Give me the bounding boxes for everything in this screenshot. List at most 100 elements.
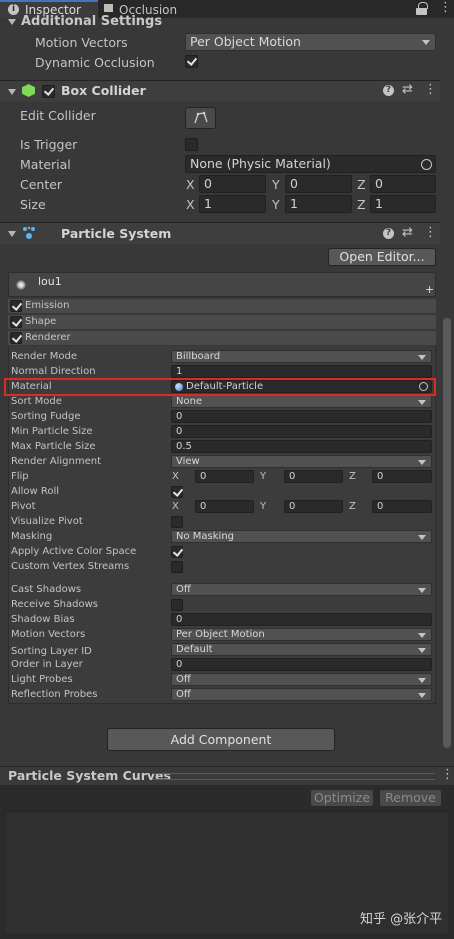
info-icon: i <box>8 4 19 15</box>
sorting-layer-id-value: Default <box>176 644 213 655</box>
sorting-fudge-field[interactable]: 0 <box>171 410 432 423</box>
optimize-button[interactable]: Optimize <box>310 789 374 807</box>
shape-checkbox[interactable] <box>10 316 22 328</box>
center-x-axis-label: X <box>186 177 195 192</box>
light-probes-label: Light Probes <box>11 674 73 685</box>
box-collider-header[interactable]: Box Collider ? ⇄ ⋮ <box>0 81 440 102</box>
emission-label: Emission <box>25 300 70 311</box>
min-particle-size-field[interactable]: 0 <box>171 425 432 438</box>
watermark: 知乎 @张介平 <box>360 912 443 927</box>
custom-vertex-streams-checkbox[interactable] <box>171 561 183 573</box>
fold-arrow-icon[interactable] <box>8 231 16 237</box>
cast-shadows-dropdown[interactable]: Off <box>171 583 432 596</box>
presets-icon[interactable]: ⇄ <box>402 225 413 240</box>
shadow-bias-value: 0 <box>176 614 183 625</box>
apply-active-color-space-label: Apply Active Color Space <box>11 546 137 557</box>
shadow-bias-label: Shadow Bias <box>11 614 75 625</box>
pivot-y-axis-label: Y <box>260 501 267 512</box>
chevron-down-icon <box>418 632 426 638</box>
open-editor-button[interactable]: Open Editor... <box>328 248 436 266</box>
render-alignment-dropdown[interactable]: View <box>171 455 432 468</box>
sort-mode-dropdown[interactable]: None <box>171 395 432 408</box>
pivot-x-field[interactable]: 0 <box>195 500 254 513</box>
remove-button[interactable]: Remove <box>379 789 442 807</box>
edit-collider-icon <box>194 111 208 124</box>
sorting-layer-id-dropdown[interactable]: Default <box>171 643 432 656</box>
module-renderer[interactable]: Renderer <box>8 331 436 345</box>
add-component-button[interactable]: Add Component <box>107 728 335 751</box>
size-y-value: 1 <box>290 196 298 211</box>
presets-icon[interactable]: ⇄ <box>402 82 413 97</box>
max-particle-size-value: 0.5 <box>176 441 192 452</box>
center-z-field[interactable]: 0 <box>370 175 436 193</box>
visualize-pivot-checkbox[interactable] <box>171 516 183 528</box>
help-icon[interactable]: ? <box>383 85 394 96</box>
motion-vectors-dropdown[interactable]: Per Object Motion <box>185 33 436 51</box>
size-z-axis-label: Z <box>357 197 366 212</box>
emission-checkbox[interactable] <box>10 300 22 312</box>
receive-shadows-label: Receive Shadows <box>11 599 98 610</box>
flip-z-field[interactable]: 0 <box>372 470 432 483</box>
renderer-checkbox[interactable] <box>10 332 22 344</box>
size-z-value: 1 <box>375 196 383 211</box>
order-in-layer-field[interactable]: 0 <box>171 658 432 671</box>
min-particle-size-label: Min Particle Size <box>11 426 93 437</box>
masking-label: Masking <box>11 531 53 542</box>
fold-arrow-icon[interactable] <box>8 89 16 95</box>
edit-collider-button[interactable] <box>185 107 216 129</box>
masking-dropdown[interactable]: No Masking <box>171 530 432 543</box>
help-icon[interactable]: ? <box>383 228 394 239</box>
box-material-field[interactable]: None (Physic Material) <box>185 155 436 173</box>
chevron-down-icon <box>418 459 426 465</box>
tab-menu-icon[interactable]: ⋮ <box>439 1 452 14</box>
is-trigger-label: Is Trigger <box>20 137 78 152</box>
box-material-value: None (Physic Material) <box>190 156 331 171</box>
particle-module-header[interactable]: lou1 + <box>8 272 436 297</box>
component-menu-icon[interactable]: ⋮ <box>424 225 437 240</box>
chevron-down-icon <box>418 692 426 698</box>
module-shape[interactable]: Shape <box>8 315 436 329</box>
render-mode-value: Billboard <box>176 351 221 362</box>
box-collider-enabled-checkbox[interactable] <box>42 85 55 98</box>
curves-menu-icon[interactable]: ⋮ <box>441 767 454 782</box>
pivot-z-field[interactable]: 0 <box>372 500 432 513</box>
receive-shadows-checkbox[interactable] <box>171 599 183 611</box>
center-y-field[interactable]: 0 <box>285 175 352 193</box>
pivot-y-field[interactable]: 0 <box>284 500 343 513</box>
flip-y-field[interactable]: 0 <box>284 470 343 483</box>
reflection-probes-dropdown[interactable]: Off <box>171 688 432 701</box>
dynamic-occlusion-checkbox[interactable] <box>185 55 198 68</box>
motion-vectors-label: Motion Vectors <box>35 35 128 50</box>
pivot-y-value: 0 <box>289 501 296 512</box>
size-y-field[interactable]: 1 <box>285 195 352 213</box>
motion-vectors-renderer-label: Motion Vectors <box>11 629 86 640</box>
flip-x-field[interactable]: 0 <box>195 470 254 483</box>
flip-z-axis-label: Z <box>349 471 356 482</box>
min-particle-size-value: 0 <box>176 426 183 437</box>
scrollbar[interactable] <box>443 318 451 748</box>
apply-active-color-space-checkbox[interactable] <box>171 546 183 558</box>
render-mode-dropdown[interactable]: Billboard <box>171 350 432 363</box>
size-y-axis-label: Y <box>272 197 280 212</box>
add-module-icon[interactable]: + <box>425 283 434 296</box>
center-x-value: 0 <box>204 176 212 191</box>
max-particle-size-field[interactable]: 0.5 <box>171 440 432 453</box>
size-x-field[interactable]: 1 <box>199 195 266 213</box>
motion-vectors-renderer-value: Per Object Motion <box>176 629 265 640</box>
size-z-field[interactable]: 1 <box>370 195 436 213</box>
render-alignment-value: View <box>176 456 200 467</box>
box-collider-title: Box Collider <box>61 83 146 98</box>
light-probes-dropdown[interactable]: Off <box>171 673 432 686</box>
component-menu-icon[interactable]: ⋮ <box>424 82 437 97</box>
shadow-bias-field[interactable]: 0 <box>171 613 432 626</box>
normal-direction-field[interactable]: 1 <box>171 365 432 378</box>
motion-vectors-renderer-dropdown[interactable]: Per Object Motion <box>171 628 432 641</box>
module-emission[interactable]: Emission <box>8 299 436 313</box>
allow-roll-checkbox[interactable] <box>171 486 183 498</box>
particle-system-header[interactable]: Particle System ? ⇄ ⋮ <box>0 223 440 244</box>
curves-header: Particle System Curves ⋮ <box>0 767 454 785</box>
object-picker-icon[interactable] <box>421 159 432 170</box>
is-trigger-checkbox[interactable] <box>185 138 198 151</box>
center-x-field[interactable]: 0 <box>199 175 266 193</box>
chevron-down-icon <box>422 40 430 45</box>
